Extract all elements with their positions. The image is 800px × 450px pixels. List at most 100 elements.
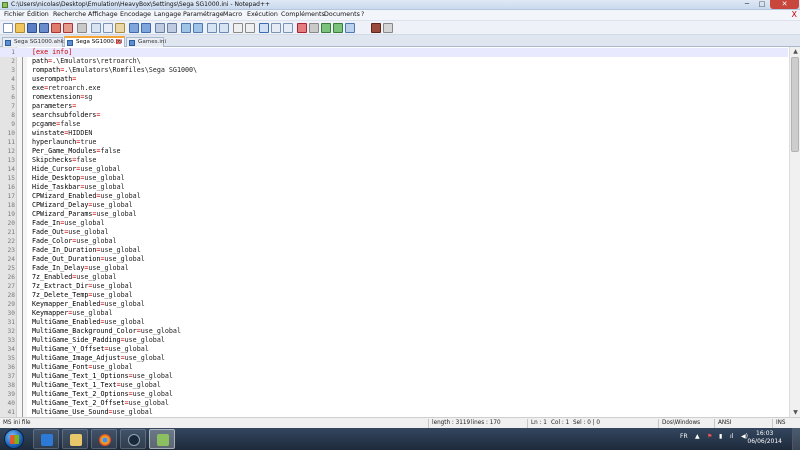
code-line[interactable]: 11 hyperlaunch=true (0, 138, 788, 147)
code-line[interactable]: 17 CPWizard_Enabled=use_global (0, 192, 788, 201)
plugin-tool-icon[interactable] (383, 23, 393, 33)
tab-close-icon[interactable]: ⊠ (115, 38, 122, 46)
language-indicator[interactable]: FR (680, 433, 688, 440)
menu-fichier[interactable]: Fichier (4, 11, 25, 18)
menu-affichage[interactable]: Affichage (88, 11, 118, 18)
tray-flag-icon[interactable]: ⚑ (707, 433, 712, 440)
code-line[interactable]: 26 7z_Enabled=use_global (0, 273, 788, 282)
scrollbar-thumb[interactable] (791, 57, 799, 152)
code-line[interactable]: 24 Fade_Out_Duration=use_global (0, 255, 788, 264)
taskbar-app-steam[interactable] (120, 429, 146, 449)
open-file-icon[interactable] (15, 23, 25, 33)
indent-guide-icon[interactable] (259, 23, 269, 33)
menu-recherche[interactable]: Recherche (53, 11, 86, 18)
code-line[interactable]: 31 MultiGame_Enabled=use_global (0, 318, 788, 327)
code-line[interactable]: 4 userompath= (0, 75, 788, 84)
show-all-chars-icon[interactable] (245, 23, 255, 33)
print-icon[interactable] (77, 23, 87, 33)
code-line[interactable]: 33 MultiGame_Side_Padding=use_global (0, 336, 788, 345)
code-line[interactable]: 36 MultiGame_Font=use_global (0, 363, 788, 372)
code-line[interactable]: 25 Fade_In_Delay=use_global (0, 264, 788, 273)
cut-icon[interactable] (91, 23, 101, 33)
system-clock[interactable]: 16:03 06/06/2014 (747, 430, 782, 446)
sync-horizontal-icon[interactable] (219, 23, 229, 33)
tray-signal-icon[interactable]: ıl (730, 433, 733, 440)
close-document-x-icon[interactable]: X (792, 10, 797, 19)
code-line[interactable]: 20 Fade_In=use_global (0, 219, 788, 228)
code-line[interactable]: 16 Hide_Taskbar=use_global (0, 183, 788, 192)
menu-help[interactable]: ? (361, 11, 364, 18)
code-line[interactable]: 21 Fade_Out=use_global (0, 228, 788, 237)
play-macro-icon[interactable] (321, 23, 331, 33)
code-line[interactable]: 29 Keymapper_Enabled=use_global (0, 300, 788, 309)
menu-edition[interactable]: Édition (27, 11, 49, 18)
code-line[interactable]: 14 Hide_Cursor=use_global (0, 165, 788, 174)
tab-games-ini[interactable]: Games.ini (126, 37, 166, 47)
copy-icon[interactable] (103, 23, 113, 33)
taskbar-app-explorer[interactable] (62, 429, 88, 449)
show-desktop-button[interactable] (792, 428, 800, 450)
new-file-icon[interactable] (3, 23, 13, 33)
close-icon[interactable] (51, 23, 61, 33)
vertical-scrollbar[interactable]: ▲ ▼ (789, 47, 800, 417)
replace-icon[interactable] (167, 23, 177, 33)
plugin-abc-icon[interactable] (371, 23, 381, 33)
code-line[interactable]: 38 MultiGame_Text_1_Text=use_global (0, 381, 788, 390)
taskbar-app-notepadpp[interactable] (149, 429, 175, 449)
undo-icon[interactable] (129, 23, 139, 33)
save-icon[interactable] (27, 23, 37, 33)
code-line[interactable]: 12 Per_Game_Modules=false (0, 147, 788, 156)
menu-complements[interactable]: Compléments (281, 11, 325, 18)
paste-icon[interactable] (115, 23, 125, 33)
code-line[interactable]: 37 MultiGame_Text_1_Options=use_global (0, 372, 788, 381)
record-macro-icon[interactable] (297, 23, 307, 33)
code-line[interactable]: 27 7z_Extract_Dir=use_global (0, 282, 788, 291)
code-line[interactable]: 13 Skipchecks=false (0, 156, 788, 165)
taskbar-app-chrome[interactable] (91, 429, 117, 449)
code-line[interactable]: 23 Fade_In_Duration=use_global (0, 246, 788, 255)
code-line[interactable]: 18 CPWizard_Delay=use_global (0, 201, 788, 210)
code-line[interactable]: 8 searchsubfolders= (0, 111, 788, 120)
zoom-out-icon[interactable] (193, 23, 203, 33)
tray-network-icon[interactable]: ▮ (719, 433, 722, 440)
scroll-down-icon[interactable]: ▼ (791, 408, 800, 417)
minimize-button[interactable]: ─ (740, 0, 754, 9)
menu-parametrage[interactable]: Paramétrage (183, 11, 224, 18)
code-line[interactable]: 15 Hide_Desktop=use_global (0, 174, 788, 183)
menu-encodage[interactable]: Encodage (120, 11, 151, 18)
close-window-button[interactable]: ✕ (770, 0, 799, 9)
word-wrap-icon[interactable] (233, 23, 243, 33)
code-line[interactable]: 41 MultiGame_Use_Sound=use_global (0, 408, 788, 417)
maximize-button[interactable]: □ (755, 0, 769, 9)
code-line[interactable]: 5 exe=retroarch.exe (0, 84, 788, 93)
code-line[interactable]: 40 MultiGame_Text_2_Offset=use_global (0, 399, 788, 408)
tray-expand-icon[interactable]: ▲ (695, 433, 700, 440)
save-all-icon[interactable] (39, 23, 49, 33)
code-line[interactable]: 39 MultiGame_Text_2_Options=use_global (0, 390, 788, 399)
scroll-up-icon[interactable]: ▲ (791, 47, 800, 56)
sync-vertical-icon[interactable] (207, 23, 217, 33)
menu-langage[interactable]: Langage (154, 11, 181, 18)
code-line[interactable]: 32 MultiGame_Background_Color=use_global (0, 327, 788, 336)
stop-macro-icon[interactable] (309, 23, 319, 33)
find-icon[interactable] (155, 23, 165, 33)
tab-sega-sg1000-ahk[interactable]: Sega SG1000.ahk (2, 37, 64, 47)
folder-icon[interactable] (271, 23, 281, 33)
taskbar-app-hyperspin[interactable] (33, 429, 59, 449)
menu-macro[interactable]: Macro (223, 11, 242, 18)
code-line[interactable]: 19 CPWizard_Params=use_global (0, 210, 788, 219)
code-line[interactable]: 2 path=.\Emulators\retroarch\ (0, 57, 788, 66)
tab-sega-sg1000-ini[interactable]: Sega SG1000.ini ⊠ (64, 36, 125, 47)
document-map-icon[interactable] (283, 23, 293, 33)
zoom-in-icon[interactable] (181, 23, 191, 33)
code-line[interactable]: 28 7z_Delete_Temp=use_global (0, 291, 788, 300)
code-line[interactable]: 1 [exe info] (0, 48, 788, 57)
editor-area[interactable]: − 1[exe info]2path=.\Emulators\retroarch… (0, 47, 800, 417)
menu-documents[interactable]: Documents (324, 11, 360, 18)
redo-icon[interactable] (141, 23, 151, 33)
run-macro-multiple-icon[interactable] (333, 23, 343, 33)
code-line[interactable]: 10 winstate=HIDDEN (0, 129, 788, 138)
code-line[interactable]: 22 Fade_Color=use_global (0, 237, 788, 246)
start-button[interactable] (4, 429, 24, 449)
save-macro-icon[interactable] (345, 23, 355, 33)
